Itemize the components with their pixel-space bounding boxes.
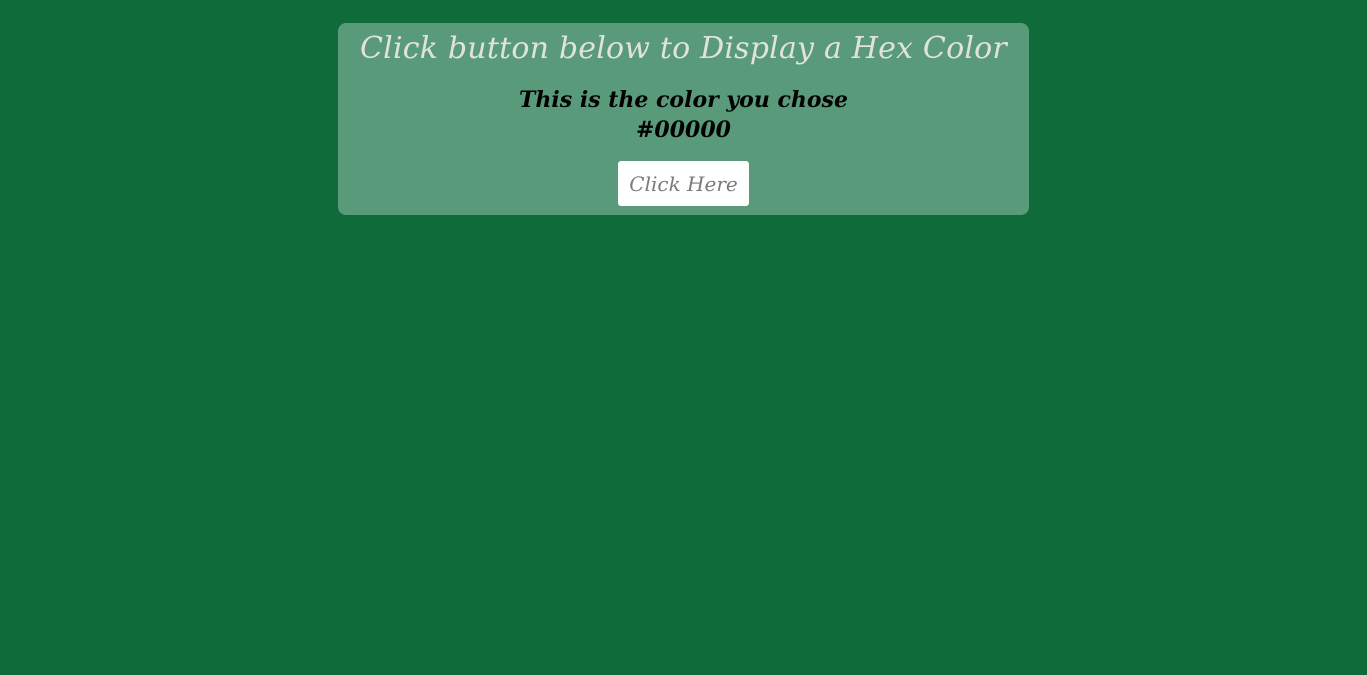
chosen-color-label: This is the color you chose	[519, 87, 848, 113]
page-background: Click button below to Display a Hex Colo…	[0, 0, 1367, 675]
color-card: Click button below to Display a Hex Colo…	[338, 23, 1029, 215]
hex-color-value: #00000	[636, 117, 731, 143]
page-title: Click button below to Display a Hex Colo…	[360, 31, 1007, 66]
click-here-button[interactable]: Click Here	[618, 161, 749, 206]
